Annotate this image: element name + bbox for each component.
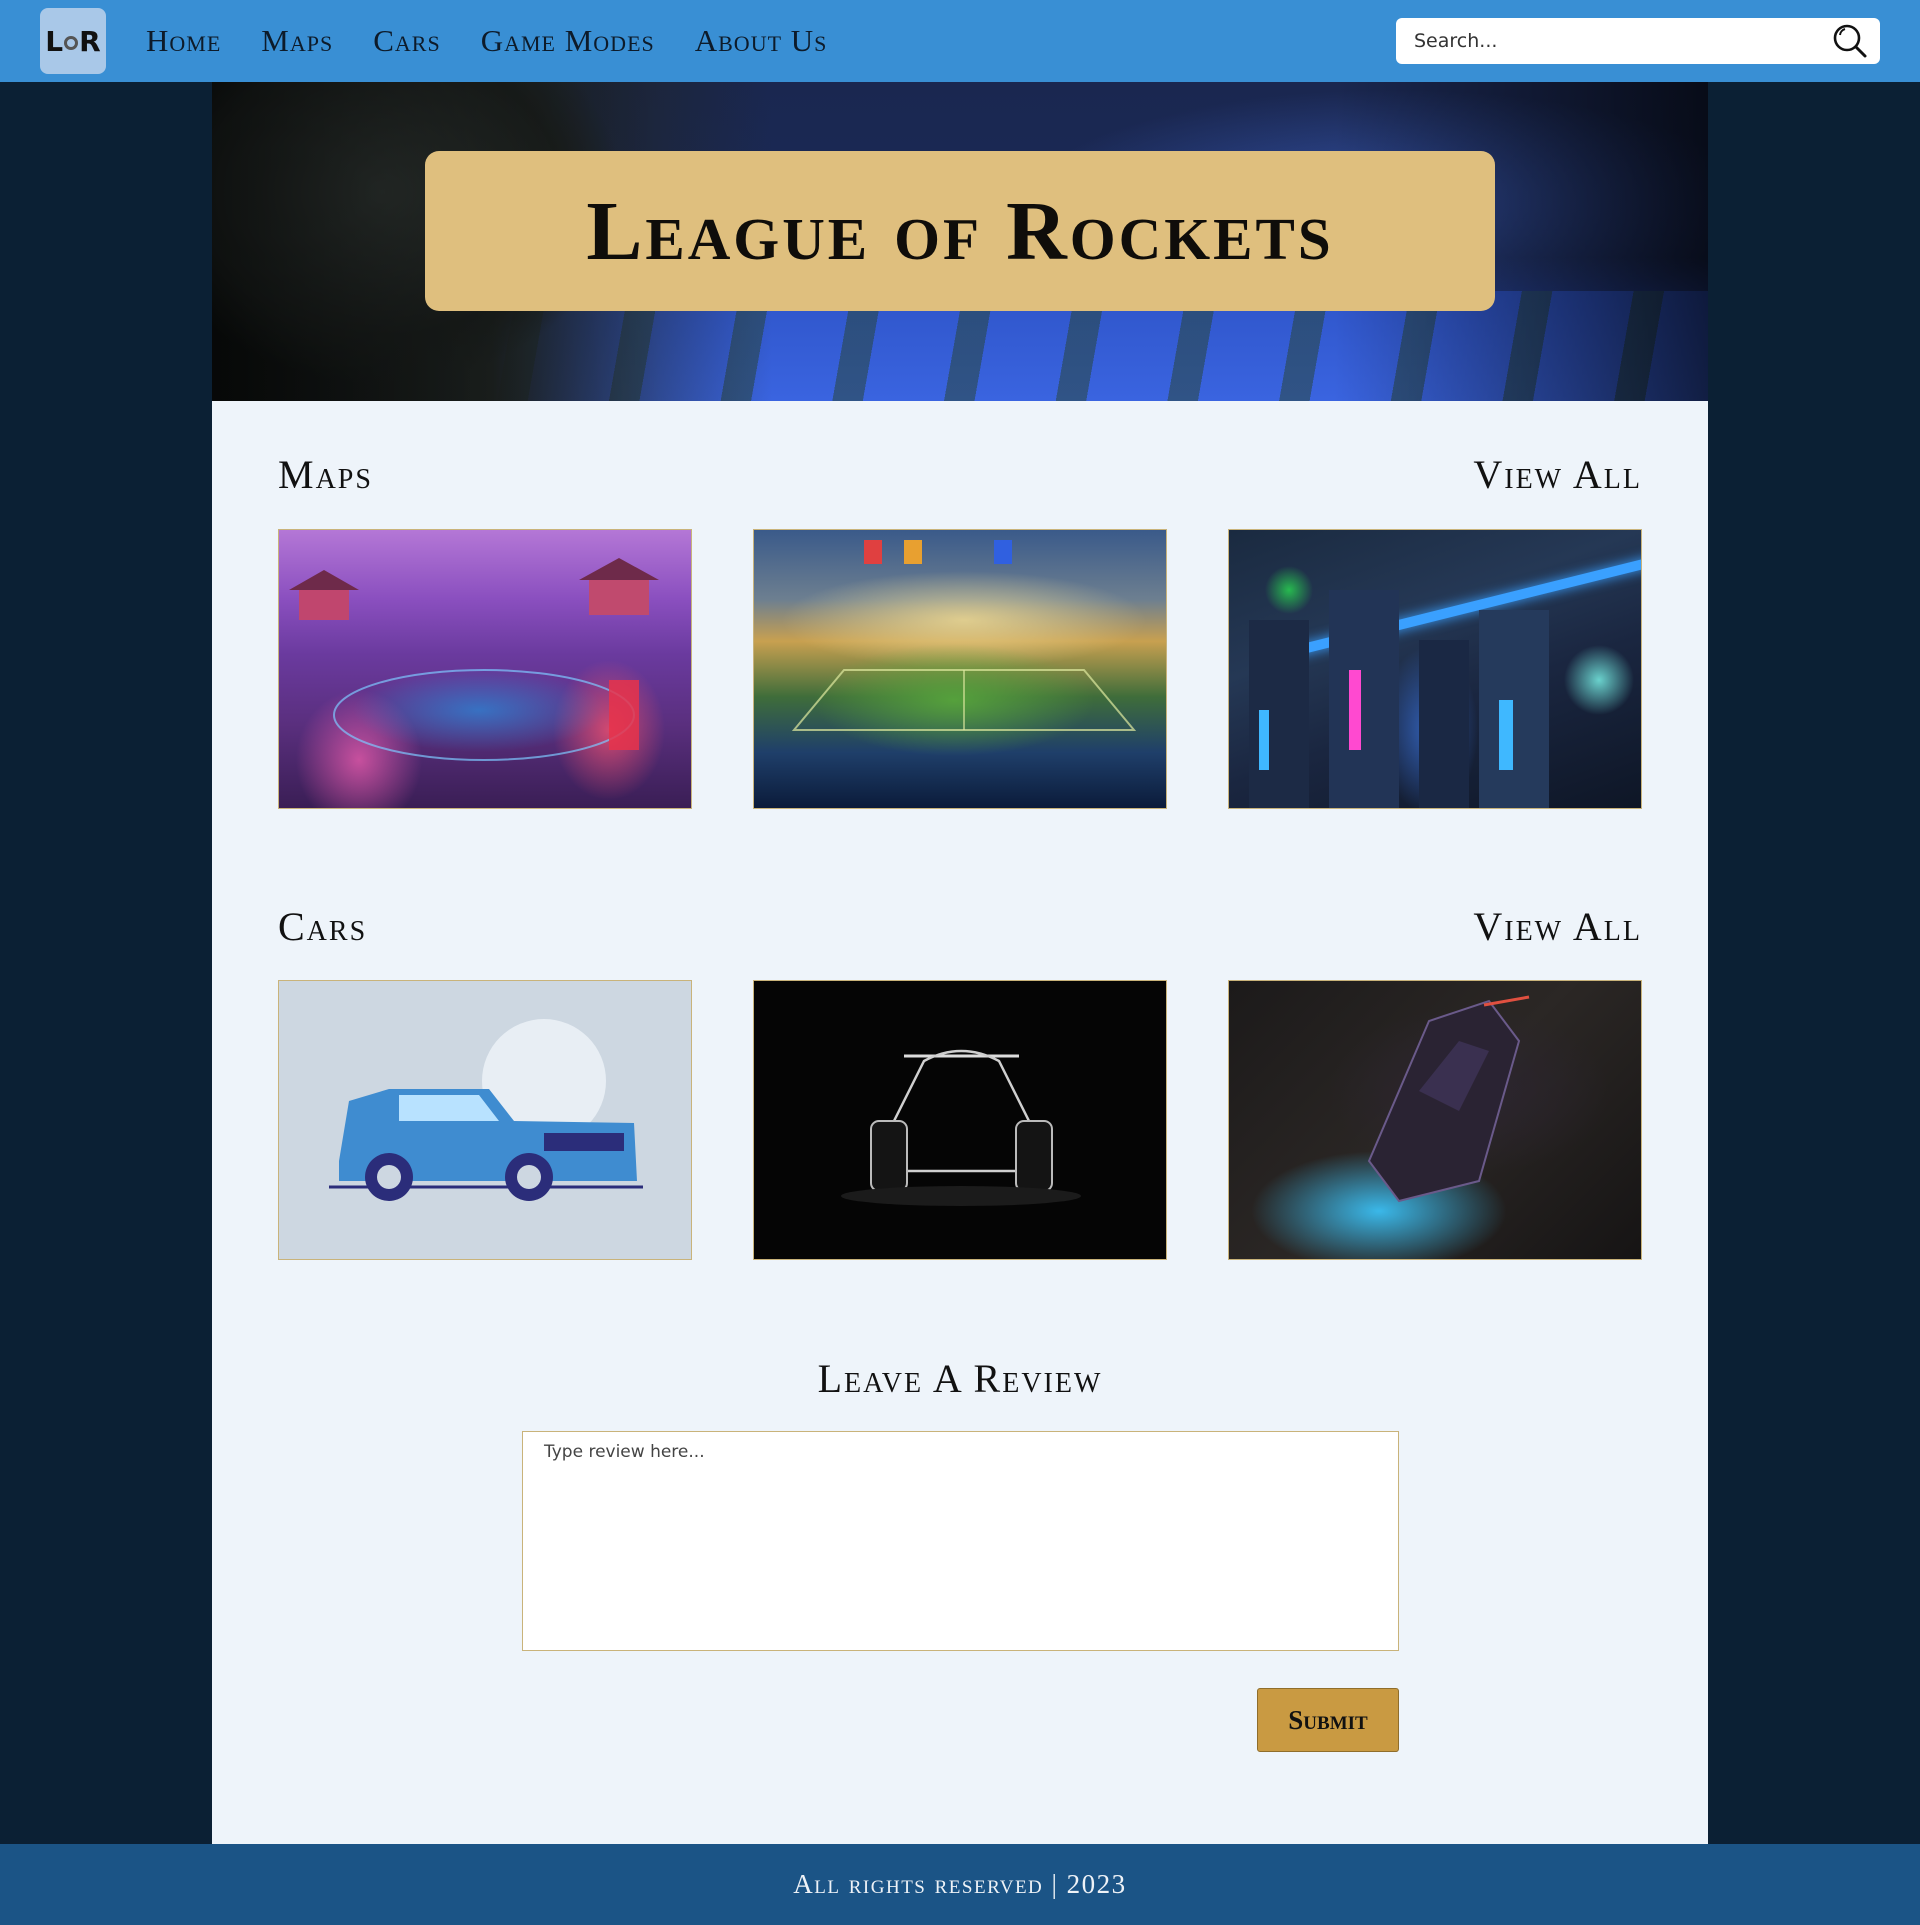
main-content: Maps View All Cars View All Leave A Revi… [212,401,1708,1844]
maps-section-header: Maps View All [278,451,1642,498]
logo-o-ring [64,36,79,50]
city-scene-graphic [1249,590,1549,808]
nav-link-maps[interactable]: Maps [261,23,333,59]
hero-title: League of Rockets [586,184,1334,278]
stadium-scene-graphic [791,540,1137,731]
footer-copyright: All rights reserved | 2023 [793,1869,1127,1899]
logo-l: L [45,24,64,58]
search-icon[interactable] [1832,23,1868,59]
review-section-title: Leave A Review [817,1356,1103,1401]
site-logo[interactable]: LR [40,8,106,74]
dark-car-silhouette [841,1049,1081,1206]
blue-car-illustration [329,1019,643,1201]
map-card-3-image[interactable] [1228,529,1642,809]
car-card-2-image[interactable] [753,980,1167,1260]
maps-view-all-link[interactable]: View All [1473,451,1642,498]
cars-section-header: Cars View All [278,903,1642,950]
nav-link-home[interactable]: Home [146,23,221,59]
dark-muscle-car-graphic [1367,995,1530,1203]
cars-card-row [278,980,1642,1260]
car-card-3-image[interactable] [1228,980,1642,1260]
hero-title-box: League of Rockets [425,151,1495,311]
review-textarea[interactable] [522,1431,1399,1651]
pagoda-scene-graphic [289,558,659,761]
cars-section-title: Cars [278,904,368,949]
main-nav: Home Maps Cars Game Modes About Us [146,0,827,82]
cars-view-all-link[interactable]: View All [1473,903,1642,950]
search-input[interactable] [1414,30,1832,52]
submit-review-button[interactable]: Submit [1257,1688,1399,1752]
nav-link-game-modes[interactable]: Game Modes [481,23,655,59]
maps-section-title: Maps [278,452,373,497]
nav-link-about-us[interactable]: About Us [695,23,828,59]
map-card-2-image[interactable] [753,529,1167,809]
nav-link-cars[interactable]: Cars [373,23,440,59]
map-card-1-image[interactable] [278,529,692,809]
footer: All rights reserved | 2023 [0,1844,1920,1925]
hero-banner: League of Rockets [212,82,1708,401]
car-card-1-image[interactable] [278,980,692,1260]
logo-r: R [79,24,101,58]
search-bar [1396,18,1880,64]
maps-card-row [278,529,1642,809]
navbar: LR Home Maps Cars Game Modes About Us [0,0,1920,82]
